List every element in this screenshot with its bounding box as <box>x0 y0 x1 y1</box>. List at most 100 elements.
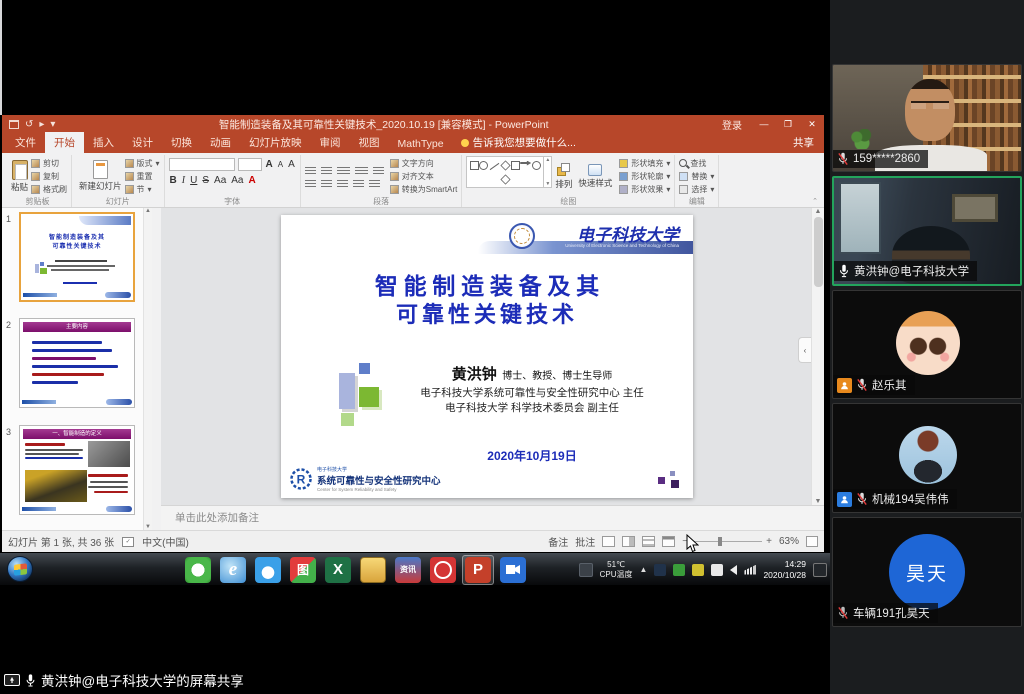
align-left-button[interactable] <box>305 178 316 187</box>
taskbar-powerpoint-active[interactable]: P <box>462 555 494 585</box>
tab-view[interactable]: 视图 <box>350 132 389 153</box>
thumb-scroll-down-icon[interactable]: ▼ <box>145 524 151 530</box>
clear-format-button[interactable]: A <box>287 159 296 170</box>
strikethrough-button[interactable]: S <box>201 175 210 186</box>
thumbnail-1-preview[interactable]: 智能制造装备及其 可靠性关键技术 <box>19 212 135 302</box>
underline-button[interactable]: U <box>189 175 198 186</box>
thumbnail-slide-3[interactable]: 3 一、智能制造的定义 <box>6 425 135 515</box>
slide-title-line2[interactable]: 可靠性关键技术 <box>281 297 693 329</box>
char-spacing-button[interactable]: Aa <box>213 175 227 186</box>
notes-pane[interactable]: 单击此处添加备注 <box>161 505 824 530</box>
bold-button[interactable]: B <box>169 175 178 186</box>
shrink-font-button[interactable]: A <box>277 160 284 169</box>
taskbar-image-viewer-icon[interactable]: 图 <box>290 557 316 583</box>
tray-app-icon-3[interactable] <box>692 564 704 576</box>
reading-view-button[interactable] <box>642 536 655 547</box>
select-button[interactable]: 选择▾ <box>679 184 714 195</box>
taskbar-browser-360-icon[interactable] <box>185 557 211 583</box>
thumb-scroll-up-icon[interactable]: ▲ <box>145 208 151 214</box>
undo-icon[interactable]: ↺ <box>25 120 33 129</box>
taskbar-utility-icon[interactable] <box>430 557 456 583</box>
participant-tile-1[interactable]: 159*****2860 <box>832 64 1022 172</box>
taskbar-folder-icon[interactable] <box>360 557 386 583</box>
tab-file[interactable]: 文件 <box>6 132 45 153</box>
start-button[interactable] <box>7 556 33 582</box>
change-case-button[interactable]: Aa <box>230 175 244 186</box>
layout-button[interactable]: 版式▾ <box>125 158 160 169</box>
taskbar-clock[interactable]: 14:292020/10/28 <box>763 559 806 579</box>
bullets-button[interactable] <box>305 165 316 174</box>
taskbar-ie-icon[interactable]: e <box>220 557 246 583</box>
volume-icon[interactable] <box>730 565 737 575</box>
language-indicator[interactable]: 中文(中国) <box>142 534 189 549</box>
tab-insert[interactable]: 插入 <box>84 132 123 153</box>
line-spacing-button[interactable] <box>373 165 384 174</box>
numbering-button[interactable] <box>321 165 332 174</box>
comments-toggle-button[interactable]: 批注 <box>575 534 595 549</box>
slide-1[interactable]: 电子科技大学 University of Electronic Science … <box>281 215 693 498</box>
collapse-ribbon-icon[interactable]: ⌃ <box>812 197 818 205</box>
zoom-track[interactable] <box>692 541 762 542</box>
tell-me-box[interactable]: 告诉我您想要做什么... <box>453 132 584 153</box>
normal-view-button[interactable] <box>602 536 615 547</box>
fit-slide-button[interactable] <box>806 536 818 547</box>
tray-app-icon-1[interactable] <box>654 564 666 576</box>
zoom-level[interactable]: 63% <box>779 536 799 547</box>
zoom-in-button[interactable]: + <box>766 536 772 547</box>
spellcheck-icon[interactable]: ✓ <box>122 537 134 547</box>
share-button[interactable]: 共享 <box>783 132 824 153</box>
shape-fill-button[interactable]: 形状填充▾ <box>619 158 670 169</box>
participant-tile-3[interactable]: 赵乐其 <box>832 290 1022 399</box>
italic-button[interactable]: I <box>181 175 186 186</box>
align-center-button[interactable] <box>321 178 332 187</box>
quick-styles-button[interactable]: 快速样式 <box>575 156 615 196</box>
shape-effects-button[interactable]: 形状效果▾ <box>619 184 670 195</box>
copy-button[interactable]: 复制 <box>31 171 67 182</box>
notification-icon[interactable] <box>813 563 827 577</box>
panel-collapse-handle[interactable]: ‹ <box>798 337 811 363</box>
decrease-indent-button[interactable] <box>337 165 350 174</box>
smartart-button[interactable]: 转换为SmartArt <box>390 184 458 195</box>
font-name-input[interactable] <box>169 158 235 171</box>
restore-button[interactable]: ❐ <box>776 115 800 133</box>
paste-button[interactable]: 粘贴 <box>8 156 31 196</box>
tray-app-icon-2[interactable] <box>673 564 685 576</box>
slide-title-line1[interactable]: 智 能 制 造 装 备 及 其 <box>281 267 693 301</box>
thumbnail-scrollbar[interactable]: ▲ ▼ <box>143 208 152 530</box>
font-size-input[interactable] <box>238 158 262 171</box>
slide-date[interactable]: 2020年10月19日 <box>371 447 693 464</box>
replace-button[interactable]: 替换▾ <box>679 171 714 182</box>
shapes-gallery[interactable]: ▲ ▼ <box>466 156 552 188</box>
canvas-scroll-up-icon[interactable]: ▲ <box>814 208 823 215</box>
slide-author[interactable]: 黄洪钟 博士、教授、博士生导师 <box>371 363 693 384</box>
find-button[interactable]: 查找 <box>679 158 714 169</box>
section-button[interactable]: 节▾ <box>125 184 160 195</box>
tab-review[interactable]: 审阅 <box>311 132 350 153</box>
arrange-button[interactable]: 排列 <box>552 156 575 196</box>
justify-button[interactable] <box>353 178 364 187</box>
tab-home[interactable]: 开始 <box>45 132 84 153</box>
canvas-scrollbar[interactable]: ▲ ▼ <box>811 208 824 505</box>
taskbar-meeting-icon[interactable] <box>500 557 526 583</box>
notes-toggle-button[interactable]: 备注 <box>548 534 568 549</box>
thumbnail-slide-1[interactable]: 1 智能制造装备及其 可靠性关键技术 <box>6 212 135 302</box>
slideshow-view-button[interactable] <box>662 536 675 547</box>
slideshow-icon[interactable]: ▸ <box>39 120 44 129</box>
taskbar-browser-icon[interactable] <box>255 557 281 583</box>
thumbnail-slide-2[interactable]: 2 主要内容 <box>6 318 135 408</box>
slide-sorter-view-button[interactable] <box>622 536 635 547</box>
tab-transitions[interactable]: 切换 <box>162 132 201 153</box>
tray-expand-icon[interactable]: ▲ <box>640 565 648 574</box>
participant-tile-5[interactable]: 昊天 车辆191孔昊天 <box>832 517 1022 627</box>
participant-tile-2[interactable]: 黄洪钟@电子科技大学 <box>832 176 1022 286</box>
columns-button[interactable] <box>369 178 380 187</box>
tab-mathtype[interactable]: MathType <box>389 135 453 153</box>
new-slide-button[interactable]: 新建幻灯片 <box>76 156 125 196</box>
grow-font-button[interactable]: A <box>265 159 274 170</box>
participant-tile-4[interactable]: 机械194吴伟伟 <box>832 403 1022 513</box>
tab-design[interactable]: 设计 <box>123 132 162 153</box>
taskbar-excel-icon[interactable]: X <box>325 557 351 583</box>
tray-app-icon-4[interactable] <box>711 564 723 576</box>
text-direction-button[interactable]: 文字方向 <box>390 158 458 169</box>
cut-button[interactable]: 剪切 <box>31 158 67 169</box>
